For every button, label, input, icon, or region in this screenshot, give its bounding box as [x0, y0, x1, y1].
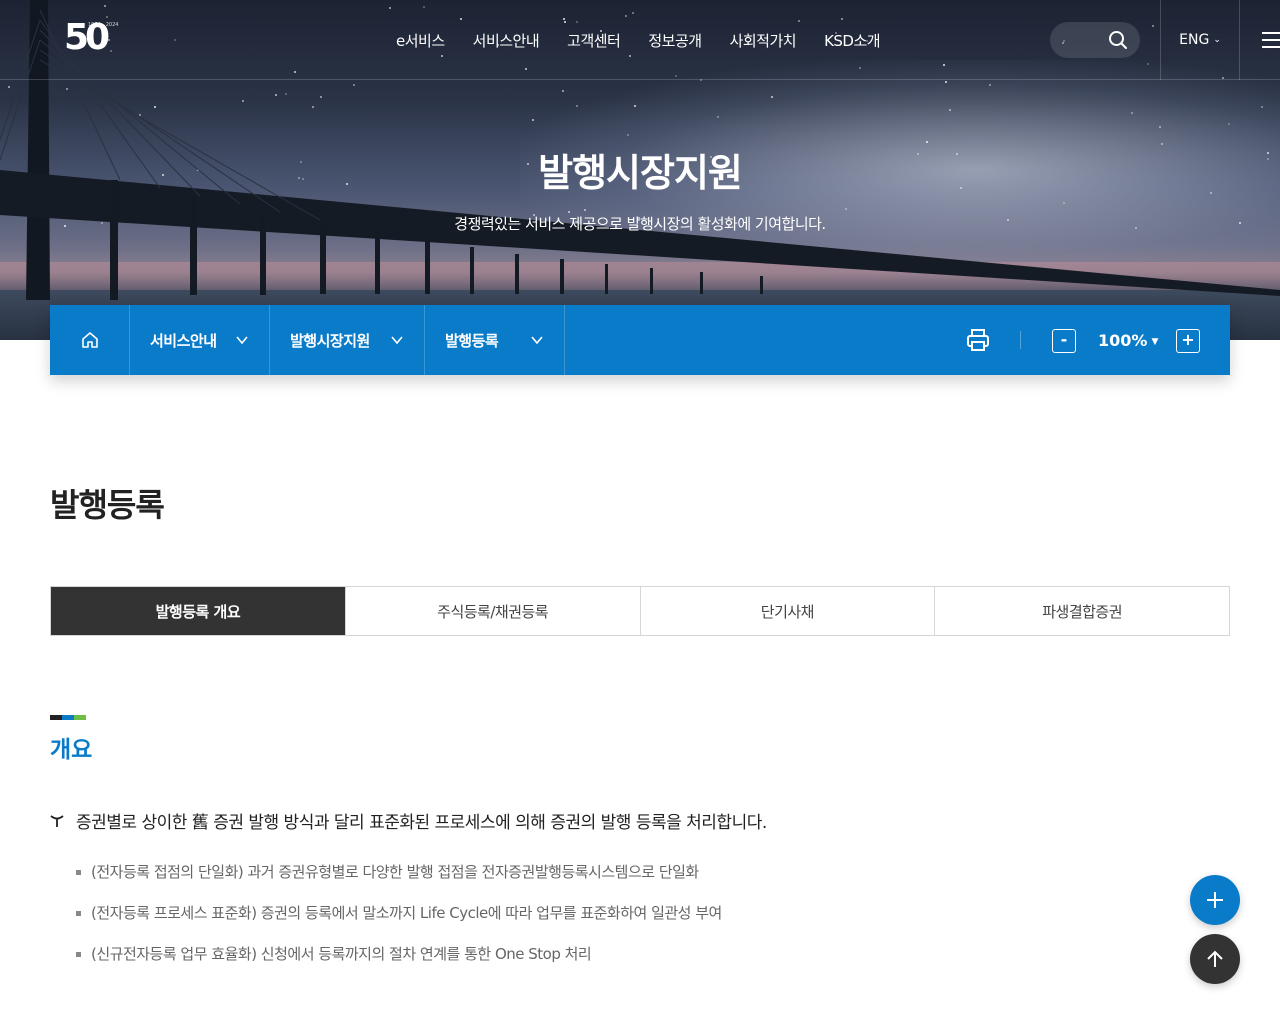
- nav-about-ksd[interactable]: KSD소개: [824, 30, 881, 51]
- accent-segment: [62, 715, 74, 720]
- section-lead: 증권별로 상이한 舊 증권 발행 방식과 달리 표준화된 프로세스에 의해 증권…: [50, 808, 767, 833]
- tab-issuance-overview[interactable]: 발행등록 개요: [51, 587, 345, 635]
- page-title: 발행등록: [50, 486, 165, 524]
- tab-stock-bond-registration[interactable]: 주식등록/채권등록: [344, 587, 640, 635]
- chevron-down-icon: [236, 336, 248, 345]
- logo[interactable]: 50 1974 - 2024: [64, 18, 124, 58]
- tab-short-term-bonds[interactable]: 단기사채: [639, 587, 935, 635]
- list-item: (전자등록 프로세스 표준화) 증권의 등록에서 말소까지 Life Cycle…: [76, 901, 722, 942]
- print-icon[interactable]: [965, 327, 991, 353]
- zoom-in-button[interactable]: +: [1176, 329, 1200, 353]
- section-title: 개요: [50, 737, 93, 763]
- hero-subtitle: 경쟁력있는 서비스 제공으로 발행시장의 활성화에 기여합니다.: [454, 215, 826, 233]
- lead-text: 증권별로 상이한 舊 증권 발행 방식과 달리 표준화된 프로세스에 의해 증권…: [76, 813, 767, 833]
- tab-derivative-securities[interactable]: 파생결합증권: [934, 587, 1229, 635]
- arrow-up-icon: [1207, 950, 1223, 967]
- nav-social-value[interactable]: 사회적가치: [730, 30, 797, 51]
- hero-title: 발행시장지원: [538, 151, 743, 195]
- list-item: (전자등록 접점의 단일화) 과거 증권유형별로 다양한 발행 접점을 전자증권…: [76, 860, 722, 901]
- divider: [1020, 331, 1021, 349]
- section-accent-bar: [50, 715, 86, 720]
- caret-down-icon: ▼: [1151, 337, 1159, 347]
- zoom-value: 100%: [1098, 331, 1148, 350]
- breadcrumb-depth2[interactable]: 발행시장지원: [270, 305, 425, 375]
- chevron-down-icon: [391, 336, 403, 345]
- hamburger-menu-icon[interactable]: [1262, 32, 1280, 48]
- logo-years: 1974 - 2024: [88, 22, 119, 28]
- quick-menu-button[interactable]: [1190, 875, 1240, 925]
- breadcrumb-depth1[interactable]: 서비스안내: [130, 305, 270, 375]
- accent-segment: [50, 715, 62, 720]
- tab-list: 발행등록 개요 주식등록/채권등록 단기사채 파생결합증권: [50, 586, 1230, 636]
- plus-icon: [1207, 892, 1223, 908]
- breadcrumb-label: 발행시장지원: [290, 331, 370, 350]
- breadcrumb-label: 서비스안내: [150, 331, 217, 350]
- zoom-level[interactable]: 100% ▼: [1098, 329, 1158, 354]
- search-box[interactable]: [1050, 22, 1140, 58]
- breadcrumb-depth3[interactable]: 발행등록: [425, 305, 565, 375]
- nav-customer-center[interactable]: 고객센터: [567, 30, 621, 51]
- chevron-down-icon: ⌄: [1213, 35, 1221, 45]
- language-selector[interactable]: ENG ⌄: [1160, 0, 1240, 80]
- list-item: (신규전자등록 업무 효율화) 신청에서 등록까지의 절차 연계를 통한 One…: [76, 942, 722, 983]
- search-icon[interactable]: [1108, 30, 1128, 50]
- home-icon: [81, 332, 98, 348]
- breadcrumb-label: 발행등록: [445, 331, 499, 350]
- main-nav: e서비스 서비스안내 고객센터 정보공개 사회적가치 KSD소개: [396, 30, 881, 51]
- location-bar: 서비스안내 발행시장지원 발행등록 - 100% ▼ +: [50, 305, 1230, 375]
- language-label: ENG: [1179, 32, 1210, 48]
- chevron-down-icon: [531, 336, 543, 345]
- home-button[interactable]: [50, 305, 130, 375]
- accent-segment: [74, 715, 86, 720]
- bullet-list: (전자등록 접점의 단일화) 과거 증권유형별로 다양한 발행 접점을 전자증권…: [76, 860, 722, 983]
- site-header: 50 1974 - 2024 e서비스 서비스안내 고객센터 정보공개 사회적가…: [0, 0, 1280, 80]
- zoom-out-button[interactable]: -: [1052, 329, 1076, 353]
- scroll-top-button[interactable]: [1190, 934, 1240, 984]
- y-bullet-icon: [50, 814, 64, 827]
- nav-eservice[interactable]: e서비스: [396, 30, 445, 51]
- nav-disclosure[interactable]: 정보공개: [648, 30, 702, 51]
- nav-service-guide[interactable]: 서비스안내: [473, 30, 540, 51]
